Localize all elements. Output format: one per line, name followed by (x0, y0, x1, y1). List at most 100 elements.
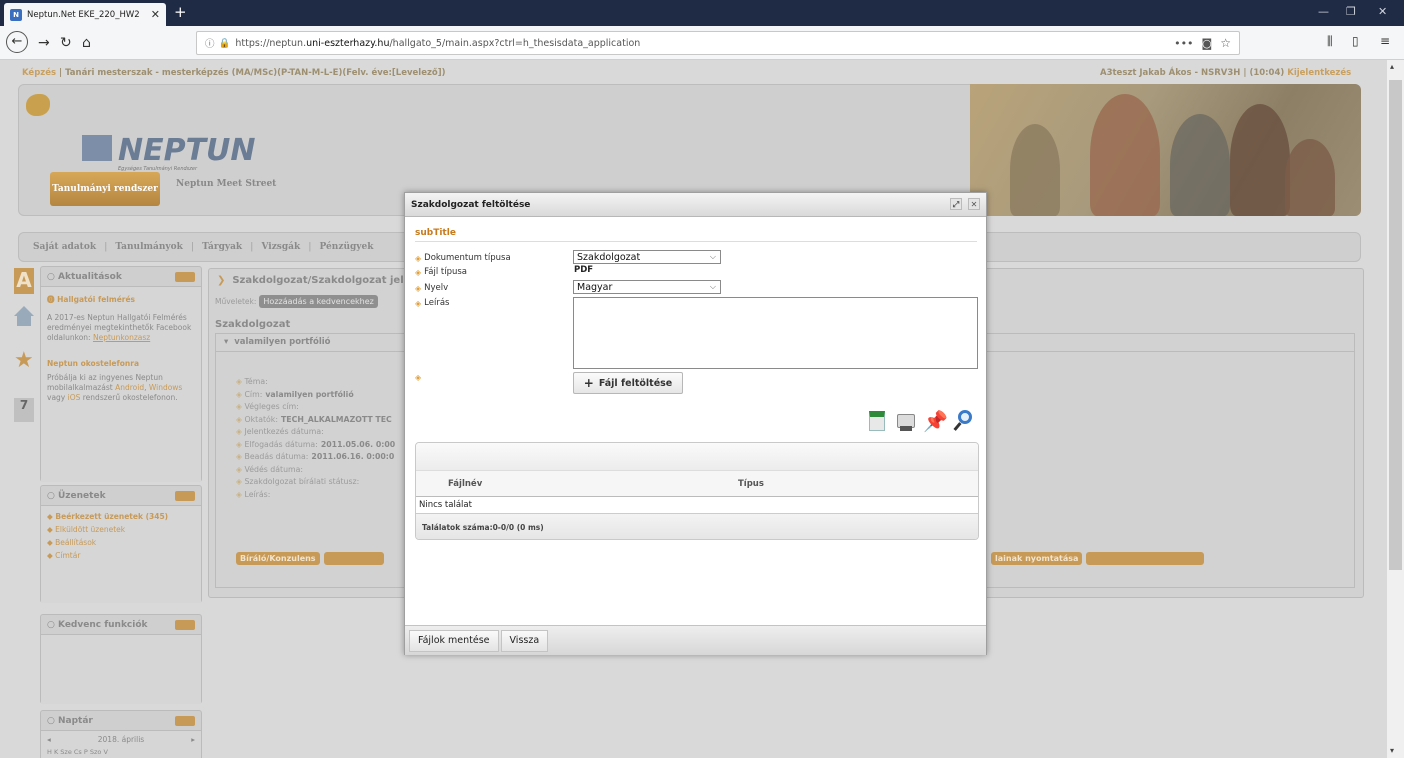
facebook-link[interactable]: Neptunkonzasz (93, 333, 150, 342)
training-link[interactable]: Képzés (22, 68, 56, 78)
file-type-value: PDF (574, 265, 594, 275)
scrollbar-thumb[interactable] (1389, 80, 1402, 570)
print-icon[interactable] (895, 409, 917, 433)
url-bar[interactable]: ⓘ 🔒 https://neptun. uni-eszterhazy.hu/hal… (196, 31, 1240, 55)
library-icon[interactable]: ⫼ (1327, 34, 1333, 49)
scroll-up-icon[interactable]: ▴ (1390, 62, 1394, 71)
reload-icon[interactable]: ↻ (60, 35, 72, 51)
news-box-title: Aktualitások (58, 271, 122, 282)
info-icon[interactable]: ⓘ (205, 36, 215, 50)
dialog-header[interactable]: Szakdolgozat feltöltése ⤢ ✕ (405, 193, 986, 217)
close-window-icon[interactable]: ✕ (1378, 5, 1387, 18)
pocket-icon[interactable]: ◙ (1202, 37, 1213, 50)
menu-item-sajat-adatok[interactable]: Saját adatok (33, 242, 96, 252)
message-item-sent[interactable]: ◆ Elküldött üzenetek (47, 523, 195, 536)
reviewer-button[interactable]: Bíráló/Konzulens (236, 552, 320, 565)
calendar-next-icon[interactable]: ▸ (191, 735, 195, 745)
menu-item-vizsgak[interactable]: Vizsgák (261, 242, 300, 252)
scroll-down-icon[interactable]: ▾ (1390, 746, 1394, 755)
language-label: ◈ Nyelv (415, 283, 449, 293)
actions-label: Műveletek: (215, 297, 257, 306)
browser-tabstrip: N Neptun.Net EKE_220_HW2 ✕ + — ❐ ✕ (0, 0, 1404, 26)
doc-type-select[interactable]: Szakdolgozat ⌵ (573, 250, 721, 264)
language-select[interactable]: Magyar ⌵ (573, 280, 721, 294)
column-header-type[interactable]: Típus (738, 479, 764, 489)
logout-link[interactable]: Kijelentkezés (1287, 68, 1351, 78)
hamburger-menu-icon[interactable]: ≡ (1380, 34, 1390, 48)
leaf-icon (26, 94, 50, 116)
calendar-box: ○ Naptár ◂ 2018. április ▸ H K Sze Cs P Sz… (40, 710, 202, 758)
required-diamond-icon: ◈ (415, 373, 422, 382)
close-tab-icon[interactable]: ✕ (151, 8, 160, 21)
a-icon[interactable]: A (14, 268, 34, 294)
restore-icon[interactable]: ❐ (1346, 5, 1356, 18)
doc-type-label: ◈ Dokumentum típusa (415, 253, 511, 263)
save-files-button[interactable]: Fájlok mentése (409, 629, 499, 652)
message-item-settings[interactable]: ◆ Beállítások (47, 536, 195, 549)
chevron-down-icon: ⌵ (709, 282, 716, 291)
page-actions-icon[interactable]: ••• (1174, 37, 1193, 50)
back-arrow-icon[interactable]: ← (6, 31, 28, 53)
forward-arrow-icon[interactable]: → (38, 35, 50, 51)
field-label: Téma: (244, 377, 268, 386)
back-button[interactable]: Vissza (500, 629, 549, 652)
box-controls-icon[interactable] (175, 490, 195, 501)
content-buttons: Bíráló/Konzulens (236, 552, 384, 565)
neptun-favicon-icon: N (10, 8, 22, 21)
search-magnifier-icon[interactable] (951, 409, 973, 433)
content-button-2[interactable] (323, 552, 384, 565)
box-controls-icon[interactable] (175, 271, 195, 282)
minimize-icon[interactable]: — (1318, 5, 1329, 18)
description-label: ◈ Leírás (415, 298, 450, 308)
menu-item-targyak[interactable]: Tárgyak (202, 242, 242, 252)
windows-link[interactable]: Windows (149, 383, 182, 392)
menu-item-penzugyek[interactable]: Pénzügyek (320, 242, 374, 252)
box-controls-icon[interactable] (175, 715, 195, 726)
home-icon[interactable]: ⌂ (82, 35, 91, 51)
android-link[interactable]: Android (115, 383, 144, 392)
field-label: Leírás: (244, 489, 271, 499)
news-item-survey-title[interactable]: ⓿ Hallgatói felmérés (47, 295, 195, 305)
field-value: TECH_ALKALMAZOTT TEC (280, 414, 392, 424)
news-box-body: ⓿ Hallgatói felmérés A 2017-es Neptun Ha… (41, 287, 201, 482)
upload-file-button[interactable]: + Fájl feltöltése (573, 372, 683, 394)
calendar-icon[interactable]: 7 (14, 398, 34, 422)
news-box: ○ Aktualitások ⓿ Hallgatói felmérés A 20… (40, 266, 202, 482)
dialog-controls: ⤢ ✕ (950, 198, 980, 210)
tab-meet-street[interactable]: Neptun Meet Street (176, 179, 276, 189)
browser-tab[interactable]: N Neptun.Net EKE_220_HW2 ✕ (4, 3, 166, 26)
upload-file-label: Fájl feltöltése (598, 377, 673, 389)
box-controls-icon[interactable] (175, 619, 195, 630)
training-path: | Tanári mesterszak - mesterképzés (MA/M… (56, 68, 446, 78)
maximize-icon[interactable]: ⤢ (950, 198, 962, 210)
messages-box-title: Üzenetek (58, 490, 106, 501)
url-prefix: https://neptun. (235, 37, 307, 49)
sidebar-icon[interactable]: ▯ (1352, 34, 1359, 48)
calendar-month: 2018. április (97, 735, 145, 744)
message-item-inbox[interactable]: ◆ Beérkezett üzenetek (345) (47, 510, 195, 523)
content-button-4[interactable] (1086, 552, 1205, 565)
close-dialog-icon[interactable]: ✕ (968, 198, 980, 210)
tab-tanulmanyi-rendszer[interactable]: Tanulmányi rendszer (50, 172, 160, 206)
calendar-box-header: ○ Naptár (41, 711, 201, 731)
field-label: Oktatók: (244, 414, 278, 424)
breadcrumb: ❯ Szakdolgozat/Szakdolgozat jel (217, 275, 404, 286)
column-header-filename[interactable]: Fájlnév (448, 479, 482, 489)
print-button[interactable]: lainak nyomtatása (991, 552, 1083, 565)
new-tab-button[interactable]: + (174, 3, 187, 21)
favorite-star-icon[interactable]: ★ (14, 348, 34, 373)
add-to-favorites-button[interactable]: Hozzáadás a kedvencekhez (259, 295, 378, 308)
grid-header-row: Fájlnév Típus (416, 471, 978, 497)
export-excel-icon[interactable] (867, 409, 889, 433)
message-item-directory[interactable]: ◆ Címtár (47, 549, 195, 562)
menu-item-tanulmanyok[interactable]: Tanulmányok (115, 242, 183, 252)
description-textarea[interactable] (573, 297, 978, 369)
user-info: A3teszt Jakab Ákos - NSRV3H | (10:04) Ki… (1100, 68, 1351, 78)
pin-icon[interactable]: 📌 (923, 409, 948, 433)
ios-link[interactable]: iOS (68, 393, 81, 402)
news-item-mobile-text: Próbálja ki az ingyenes Neptun mobilalka… (47, 373, 183, 402)
messages-box-header: ○ Üzenetek (41, 486, 201, 506)
bookmark-star-icon[interactable]: ☆ (1220, 36, 1231, 50)
home-page-icon[interactable] (14, 306, 34, 328)
calendar-prev-icon[interactable]: ◂ (47, 735, 51, 745)
